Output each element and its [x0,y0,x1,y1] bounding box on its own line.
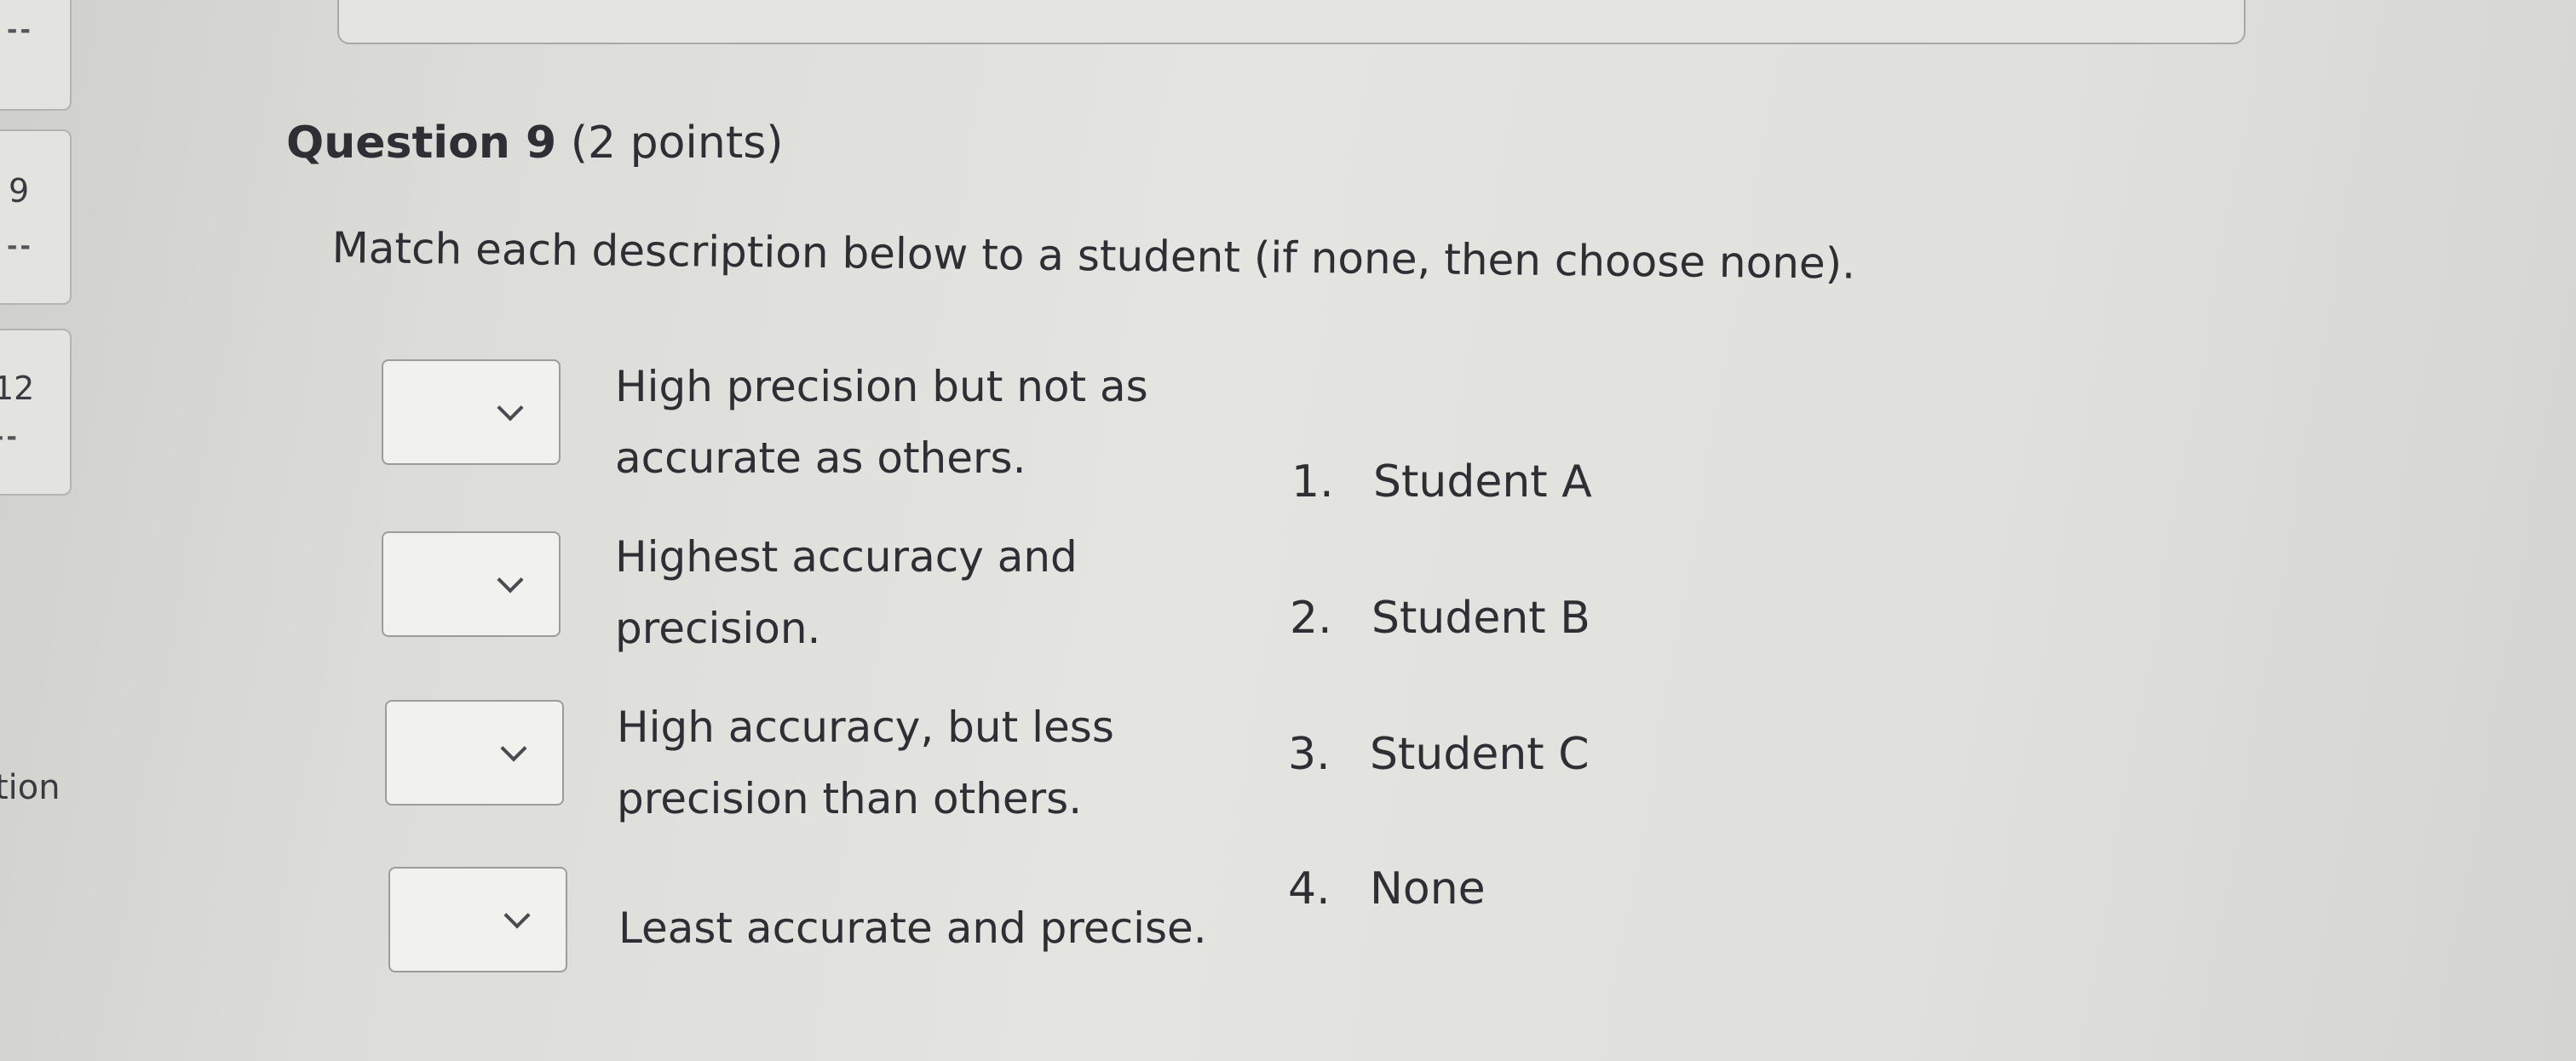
choice-item-4: 4. None [1288,863,1486,915]
choice-item-3: 3. Student C [1288,729,1590,780]
nav-question-item[interactable]: 12 -- [0,329,72,496]
match-dropdown-2[interactable] [382,531,561,637]
chevron-down-icon [503,902,531,929]
choice-label: None [1370,863,1486,915]
prompt-line: accurate as others. [615,433,1026,483]
match-dropdown-3[interactable] [385,700,564,806]
prompt-line: High precision but not as [615,362,1148,411]
prompt-line: precision. [615,604,821,653]
choice-item-1: 1. Student A [1291,456,1592,508]
choice-number: 1. [1291,456,1334,508]
question-number: Question 9 [286,118,557,169]
match-prompt-4: Least accurate and precise. [618,892,1207,964]
nav-section-label: tion [0,768,60,807]
match-dropdown-1[interactable] [382,359,561,465]
chevron-down-icon [497,566,524,594]
nav-status: -- [0,422,20,452]
match-dropdown-4[interactable] [388,867,567,972]
nav-status: -- [7,15,33,45]
nav-question-item[interactable]: 9 -- [0,129,72,305]
match-prompt-3: High accuracy, but less precision than o… [617,691,1114,834]
choice-label: Student A [1373,456,1592,508]
choice-label: Student B [1371,593,1590,644]
match-prompt-1: High precision but not as accurate as ot… [615,351,1148,494]
chevron-down-icon [500,735,527,762]
nav-number: 9 [9,172,30,209]
nav-question-item[interactable]: -- [0,0,72,111]
match-prompt-2: Highest accuracy and precision. [615,521,1078,664]
prompt-line: Highest accuracy and [615,532,1078,582]
prompt-line: Least accurate and precise. [618,903,1207,953]
nav-status: -- [7,232,33,261]
chevron-down-icon [497,394,524,422]
choice-label: Student C [1370,729,1590,780]
nav-number: 12 [0,370,35,407]
prompt-line: precision than others. [617,774,1083,823]
choice-number: 4. [1288,863,1331,915]
prompt-line: High accuracy, but less [617,703,1114,752]
choice-item-2: 2. Student B [1290,593,1590,644]
choice-number: 3. [1288,729,1331,780]
choice-number: 2. [1290,593,1332,644]
question-points: (2 points) [570,118,784,169]
top-panel [337,0,2245,44]
question-instructions: Match each description below to a studen… [331,223,1856,289]
question-title: Question 9 (2 points) [286,118,784,169]
